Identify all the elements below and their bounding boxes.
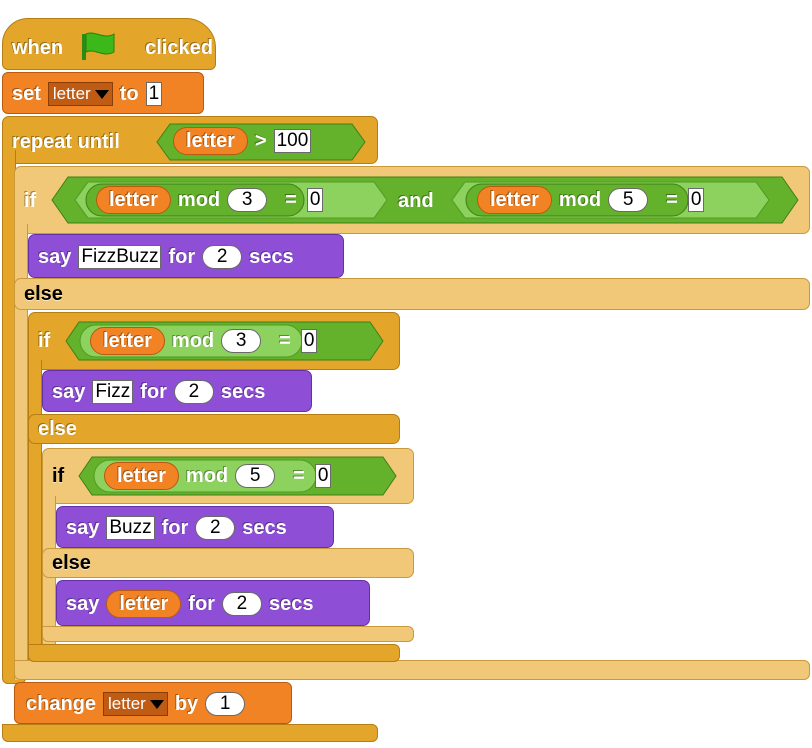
secs-input[interactable]: 2 (202, 245, 243, 269)
variable-dropdown[interactable]: letter (47, 82, 113, 106)
equals-label: = (285, 188, 297, 211)
say-text-input[interactable]: Fizz (92, 380, 134, 404)
equals-value-input[interactable]: 0 (300, 329, 318, 353)
mod-label: mod (177, 188, 221, 211)
else-row-2: else (38, 417, 77, 441)
say-fizzbuzz-row: say FizzBuzz for 2 secs (38, 243, 294, 271)
variable-dropdown[interactable]: letter (103, 692, 168, 716)
mod-value-input[interactable]: 5 (235, 464, 276, 488)
repeat-condition-row: letter > 100 (173, 127, 312, 155)
if1-right-cond: letter mod 5 = 0 (477, 186, 705, 214)
equals-label: = (666, 188, 678, 211)
if2-row: if (38, 328, 50, 354)
for-label: for (188, 592, 215, 615)
mod-value-input[interactable]: 3 (227, 188, 268, 212)
set-row: set letter to 1 (12, 81, 169, 107)
if3-row: if (52, 463, 64, 489)
letter-reporter[interactable]: letter (173, 127, 248, 155)
secs-label: secs (220, 380, 266, 403)
secs-label: secs (242, 516, 287, 539)
equals-label: = (293, 464, 305, 487)
say-label: say (38, 245, 72, 268)
greater-than-label: > (254, 129, 267, 152)
say-buzz-row: say Buzz for 2 secs (66, 514, 287, 542)
for-label: for (161, 516, 189, 539)
if2-cond: letter mod 3 = 0 (90, 327, 318, 355)
if3-cond: letter mod 5 = 0 (104, 462, 332, 490)
for-label: for (168, 245, 196, 268)
if-label: if (24, 189, 37, 212)
set-label: set (12, 82, 41, 105)
dropdown-arrow-icon (94, 89, 109, 99)
secs-label: secs (268, 592, 314, 615)
equals-value-input[interactable]: 0 (687, 188, 705, 212)
set-value-input[interactable]: 1 (145, 82, 163, 106)
equals-value-input[interactable]: 0 (306, 188, 324, 212)
letter-reporter[interactable]: letter (96, 186, 171, 214)
by-label: by (174, 692, 199, 715)
say-text-input[interactable]: Buzz (106, 516, 155, 540)
mod-label: mod (171, 329, 215, 352)
mod-value-input[interactable]: 5 (608, 188, 649, 212)
variable-dropdown-value: letter (108, 694, 146, 713)
equals-value-input[interactable]: 0 (314, 464, 332, 488)
repeat-limit-input[interactable]: 100 (273, 129, 312, 153)
if1-row: if (24, 188, 36, 214)
letter-reporter[interactable]: letter (477, 186, 552, 214)
letter-reporter[interactable]: letter (104, 462, 179, 490)
repeat-row: repeat until (12, 128, 120, 156)
else-label: else (38, 417, 77, 440)
letter-reporter[interactable]: letter (106, 590, 182, 618)
say-text-input[interactable]: FizzBuzz (78, 245, 162, 269)
else-label: else (24, 282, 63, 305)
if-label: if (38, 329, 51, 352)
if-label: if (52, 464, 65, 487)
variable-dropdown-value: letter (52, 84, 91, 103)
dropdown-arrow-icon (149, 699, 164, 709)
and-row: and (398, 188, 434, 214)
else-label: else (52, 551, 91, 574)
change-label: change (26, 692, 97, 715)
change-value-input[interactable]: 1 (205, 692, 246, 716)
and-label: and (398, 189, 434, 212)
equals-label: = (279, 329, 291, 352)
secs-input[interactable]: 2 (221, 592, 262, 616)
when-label: when (12, 36, 64, 59)
secs-label: secs (249, 245, 294, 268)
secs-input[interactable]: 2 (195, 516, 236, 540)
else-row-3: else (52, 551, 91, 575)
say-fizz-row: say Fizz for 2 secs (52, 378, 265, 406)
mod-value-input[interactable]: 3 (221, 329, 262, 353)
mod-label: mod (185, 464, 229, 487)
repeat-until-label: repeat until (12, 130, 120, 153)
hat-row: when clicked (12, 34, 213, 62)
say-letter-row: say letter for 2 secs (66, 590, 313, 618)
operator-shapes (51, 32, 799, 496)
secs-input[interactable]: 2 (173, 380, 214, 404)
mod-label: mod (558, 188, 602, 211)
for-label: for (140, 380, 167, 403)
letter-reporter[interactable]: letter (90, 327, 165, 355)
say-label: say (66, 592, 100, 615)
clicked-label: clicked (145, 36, 213, 59)
to-label: to (119, 82, 139, 105)
change-row: change letter by 1 (26, 691, 252, 717)
if1-left-cond: letter mod 3 = 0 (96, 186, 324, 214)
say-label: say (52, 380, 86, 403)
say-label: say (66, 516, 100, 539)
else-row-1: else (24, 282, 63, 306)
